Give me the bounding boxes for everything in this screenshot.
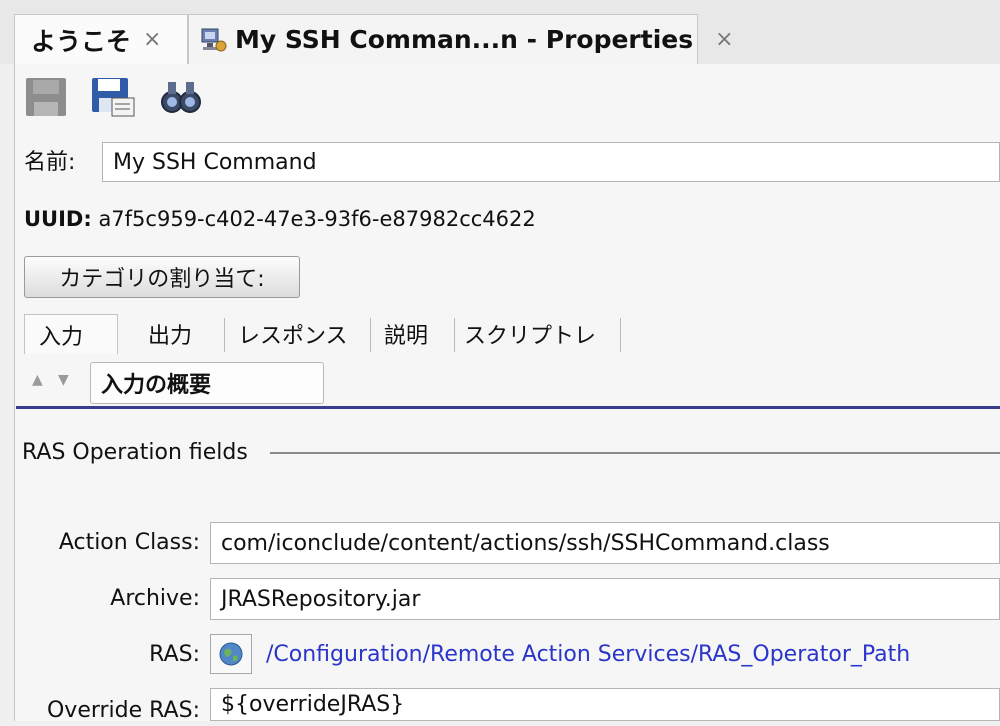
ras-label: RAS: — [149, 642, 200, 667]
uuid-value: a7f5c959-c402-47e3-93f6-e87982cc4622 — [98, 207, 536, 231]
binoculars-icon[interactable] — [158, 76, 204, 118]
ras-picker-button[interactable] — [210, 634, 252, 674]
move-down-icon[interactable]: ▼ — [58, 372, 69, 388]
operation-icon — [199, 26, 227, 54]
override-ras-field[interactable]: ${overrideJRAS} — [210, 688, 1000, 721]
override-ras-label: Override RAS: — [46, 698, 200, 723]
tab-separator — [370, 318, 371, 352]
action-class-field[interactable]: com/iconclude/content/actions/ssh/SSHCom… — [210, 522, 1000, 564]
move-up-icon[interactable]: ▲ — [32, 372, 43, 388]
assign-category-button[interactable]: カテゴリの割り当て: — [24, 256, 300, 298]
tab-welcome[interactable]: ようこそ × — [14, 14, 188, 64]
group-divider — [270, 452, 1000, 454]
tab-separator — [454, 318, 455, 352]
input-summary-tab[interactable]: 入力の概要 — [90, 362, 324, 404]
archive-field[interactable]: JRASRepository.jar — [210, 578, 1000, 620]
tab-separator — [620, 318, 621, 352]
globe-icon — [219, 642, 243, 666]
action-class-label: Action Class: — [58, 530, 200, 555]
tab-separator — [224, 318, 225, 352]
name-field[interactable]: My SSH Command — [102, 142, 1000, 182]
divider — [16, 406, 1000, 409]
uuid-row: UUID: a7f5c959-c402-47e3-93f6-e87982cc46… — [24, 204, 536, 234]
close-icon[interactable]: × — [143, 27, 161, 52]
name-label: 名前: — [24, 150, 76, 175]
tab-description[interactable]: 説明 — [378, 314, 448, 354]
close-icon[interactable]: × — [715, 27, 733, 52]
tab-input[interactable]: 入力 — [24, 314, 118, 354]
tab-properties[interactable]: My SSH Comman...n - Properties × — [188, 14, 734, 64]
save-as-icon[interactable] — [90, 76, 136, 118]
tab-welcome-label: ようこそ — [31, 26, 132, 56]
ras-path-link[interactable]: /Configuration/Remote Action Services/RA… — [266, 640, 910, 670]
tab-response[interactable]: レスポンス — [232, 314, 362, 354]
save-disabled-icon[interactable] — [24, 76, 70, 118]
tab-properties-label: My SSH Comman...n - Properties — [235, 25, 694, 54]
group-title: RAS Operation fields — [22, 440, 248, 465]
uuid-label: UUID: — [24, 207, 92, 231]
tab-output[interactable]: 出力 — [138, 314, 218, 354]
tab-script[interactable]: スクリプトレ — [460, 314, 620, 354]
archive-label: Archive: — [110, 586, 200, 611]
